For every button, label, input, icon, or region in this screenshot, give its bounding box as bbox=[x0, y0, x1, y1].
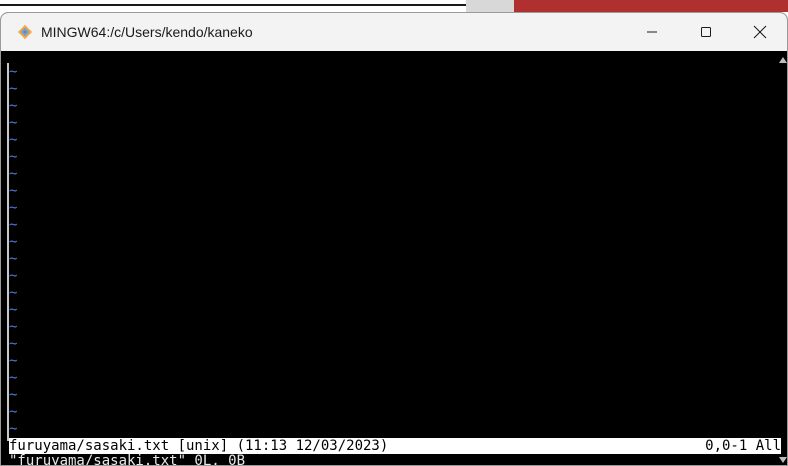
close-button[interactable] bbox=[733, 13, 787, 51]
minimize-icon bbox=[647, 31, 657, 33]
tilde-line: ~ bbox=[9, 404, 18, 420]
vim-message-line: "furuyama/sasaki.txt" 0L, 0B bbox=[9, 454, 246, 466]
tilde-line: ~ bbox=[9, 285, 18, 301]
close-icon bbox=[753, 25, 767, 39]
statusline-cursor-position: 0,0-1 All bbox=[705, 438, 781, 454]
tilde-line: ~ bbox=[9, 81, 18, 97]
tilde-line: ~ bbox=[9, 319, 18, 335]
vim-statusline: furuyama/sasaki.txt [unix] (11:13 12/03/… bbox=[9, 438, 781, 454]
empty-line-markers: ~ ~ ~ ~ ~ ~ ~ ~ ~ ~ ~ ~ ~ ~ ~ ~ ~ ~ ~ ~ ~ ~ bbox=[9, 64, 21, 438]
tilde-line: ~ bbox=[9, 200, 18, 216]
tilde-line: ~ bbox=[9, 166, 18, 182]
tilde-line: ~ bbox=[9, 217, 18, 233]
background-window-edge-mid bbox=[466, 0, 514, 12]
tilde-line: ~ bbox=[9, 370, 18, 386]
tilde-line: ~ bbox=[9, 132, 18, 148]
scroll-up-arrow-icon[interactable] bbox=[779, 57, 787, 63]
tilde-line: ~ bbox=[9, 64, 18, 80]
tilde-line: ~ bbox=[9, 268, 18, 284]
tilde-line: ~ bbox=[9, 336, 18, 352]
statusline-file-info: furuyama/sasaki.txt [unix] (11:13 12/03/… bbox=[9, 438, 389, 454]
tilde-line: ~ bbox=[9, 353, 18, 369]
tilde-line: ~ bbox=[9, 302, 18, 318]
background-window-edge-red bbox=[514, 0, 788, 12]
window-title: MINGW64:/c/Users/kendo/kaneko bbox=[41, 24, 253, 40]
tilde-line: ~ bbox=[9, 251, 18, 267]
maximize-icon bbox=[701, 27, 711, 37]
window-controls bbox=[625, 13, 787, 51]
tilde-line: ~ bbox=[9, 115, 18, 131]
tilde-line: ~ bbox=[9, 421, 18, 437]
terminal-window[interactable]: MINGW64:/c/Users/kendo/kaneko ~ ~ ~ ~ ~ … bbox=[0, 12, 788, 466]
tilde-line: ~ bbox=[9, 387, 18, 403]
tilde-line: ~ bbox=[9, 149, 18, 165]
title-bar[interactable]: MINGW64:/c/Users/kendo/kaneko bbox=[1, 13, 787, 51]
tilde-line: ~ bbox=[9, 234, 18, 250]
maximize-button[interactable] bbox=[679, 13, 733, 51]
terminal-area[interactable]: ~ ~ ~ ~ ~ ~ ~ ~ ~ ~ ~ ~ ~ ~ ~ ~ ~ ~ ~ ~ ~ ~ furuyama/sasaki.t… bbox=[1, 51, 787, 466]
tilde-line: ~ bbox=[9, 98, 18, 114]
minimize-button[interactable] bbox=[625, 13, 679, 51]
tilde-line: ~ bbox=[9, 183, 18, 199]
git-bash-icon bbox=[17, 24, 33, 40]
